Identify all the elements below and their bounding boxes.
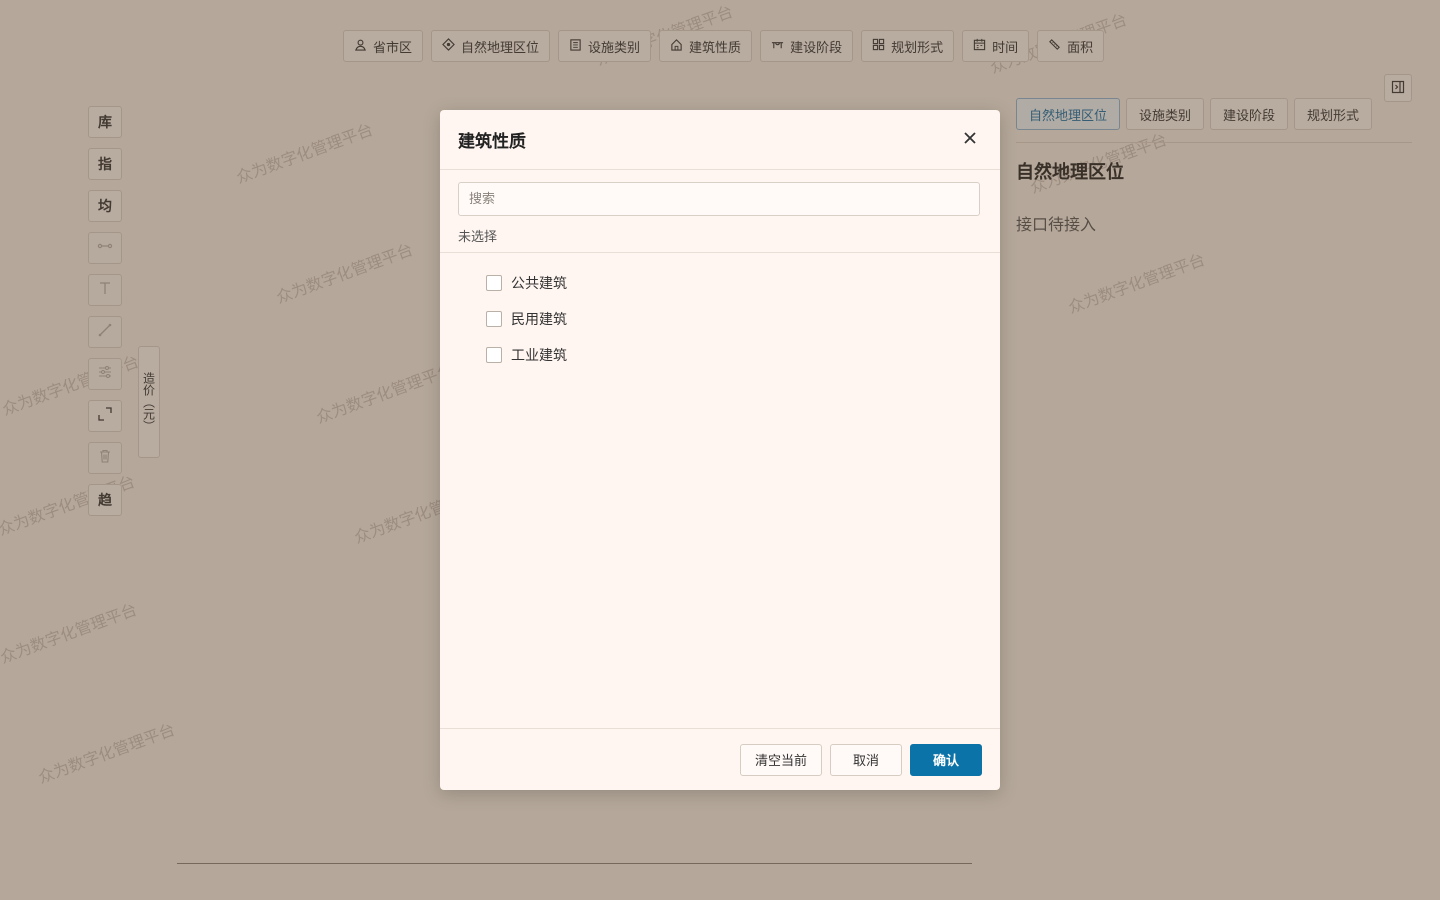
cancel-button[interactable]: 取消 [830,743,902,776]
option-label: 工业建筑 [511,348,567,364]
option-label: 民用建筑 [511,312,567,328]
close-icon [963,130,977,149]
dialog-footer: 清空当前 取消 确认 [440,728,1000,790]
confirm-button[interactable]: 确认 [910,743,982,776]
option-label: 公共建筑 [511,276,567,292]
checkbox[interactable] [486,311,502,327]
option-list: 公共建筑 民用建筑 工业建筑 [440,253,1000,373]
dialog-title: 建筑性质 [458,132,526,152]
checkbox[interactable] [486,347,502,363]
option-civil-building[interactable]: 民用建筑 [486,301,1000,337]
building-nature-dialog: 建筑性质 未选择 公共建筑 民用建筑 工业建筑 清空当前 取消 确认 [440,110,1000,790]
search-input[interactable] [458,182,980,216]
option-industrial-building[interactable]: 工业建筑 [486,337,1000,373]
search-wrapper [440,170,1000,216]
selection-status: 未选择 [440,226,1000,253]
checkbox[interactable] [486,275,502,291]
clear-current-button[interactable]: 清空当前 [739,743,822,776]
close-button[interactable] [958,128,982,152]
option-public-building[interactable]: 公共建筑 [486,265,1000,301]
dialog-header: 建筑性质 [440,110,1000,170]
